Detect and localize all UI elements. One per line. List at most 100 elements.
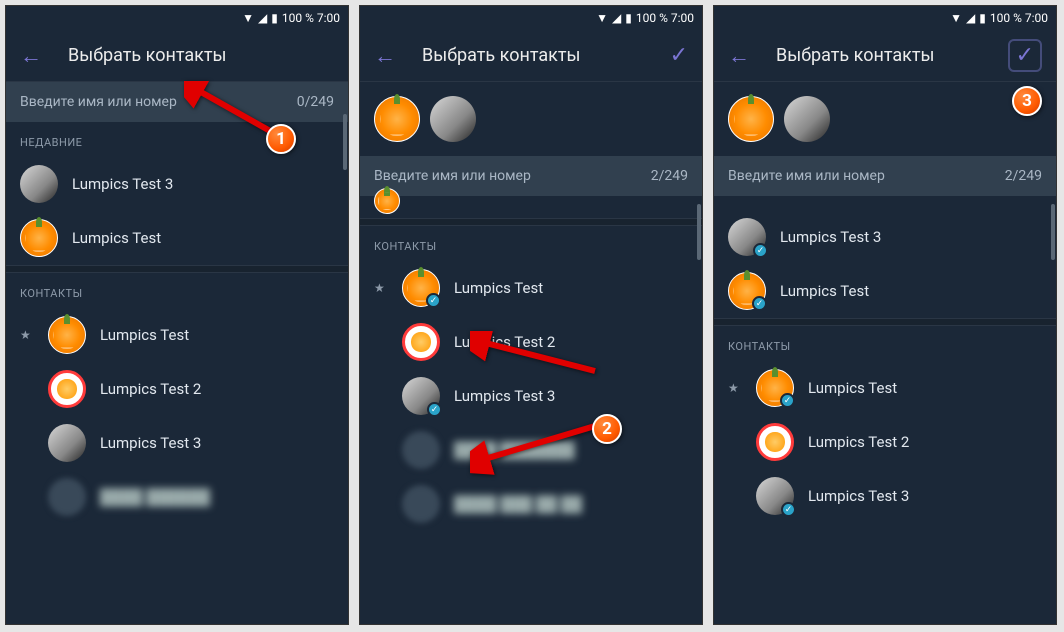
search-input[interactable]: Введите имя или номер 0/249 xyxy=(6,82,348,122)
scrollbar-thumb[interactable] xyxy=(697,204,701,260)
divider xyxy=(360,218,702,226)
status-bar: ▼ ◢ ▮ 100 % 7:00 xyxy=(6,6,348,30)
avatar xyxy=(20,165,58,203)
avatar xyxy=(756,423,794,461)
app-bar: ← Выбрать контакты ✓ xyxy=(714,30,1056,82)
list-item[interactable]: Lumpics Test 2 xyxy=(6,362,348,416)
list-item[interactable]: Lumpics Test 3 xyxy=(6,157,348,211)
status-text: 100 % 7:00 xyxy=(636,11,694,25)
status-text: 100 % 7:00 xyxy=(990,11,1048,25)
counter-text: 2/249 xyxy=(1005,168,1042,184)
avatar: ✓ xyxy=(728,218,766,256)
avatar xyxy=(20,219,58,257)
status-bar: ▼ ◢ ▮ 100 % 7:00 xyxy=(714,6,1056,30)
selected-avatar[interactable] xyxy=(374,96,420,142)
avatar: ✓ xyxy=(756,477,794,515)
phone-screen-1: ▼ ◢ ▮ 100 % 7:00 ← Выбрать контакты Введ… xyxy=(5,5,349,625)
page-title: Выбрать контакты xyxy=(68,45,334,66)
selected-avatar[interactable] xyxy=(728,96,774,142)
selected-check-icon: ✓ xyxy=(426,293,441,308)
battery-icon: ▮ xyxy=(271,11,278,25)
search-placeholder: Введите имя или номер xyxy=(728,168,1005,184)
section-contacts: КОНТАКТЫ xyxy=(360,226,702,261)
contact-label: Lumpics Test 3 xyxy=(808,487,909,505)
avatar xyxy=(374,188,400,214)
selected-avatar[interactable] xyxy=(430,96,476,142)
back-icon[interactable]: ← xyxy=(374,43,396,69)
selected-avatar[interactable] xyxy=(784,96,830,142)
selected-check-icon: ✓ xyxy=(753,243,768,258)
star-icon: ★ xyxy=(374,281,388,295)
list-item[interactable]: Lumpics Test xyxy=(6,211,348,265)
page-title: Выбрать контакты xyxy=(422,45,644,66)
section-contacts: КОНТАКТЫ xyxy=(714,326,1056,361)
contact-label: Lumpics Test xyxy=(780,282,869,300)
star-icon: ★ xyxy=(728,381,742,395)
status-text: 100 % 7:00 xyxy=(282,11,340,25)
wifi-icon: ▼ xyxy=(596,11,608,25)
annotation-arrow xyxy=(470,421,610,485)
contact-label-blurred: ████ ███ ██ ██ xyxy=(454,495,582,513)
list-item[interactable]: ★ ✓ Lumpics Test xyxy=(360,261,702,315)
selected-avatars-row xyxy=(360,82,702,156)
avatar-blurred xyxy=(48,478,86,516)
contact-label: Lumpics Test xyxy=(808,379,897,397)
list-item[interactable]: ████ ███ ██ ██ xyxy=(360,477,702,531)
phone-screen-2: ▼ ◢ ▮ 100 % 7:00 ← Выбрать контакты ✓ Вв… xyxy=(359,5,703,625)
avatar xyxy=(402,323,440,361)
confirm-icon[interactable]: ✓ xyxy=(670,43,688,68)
list-item[interactable]: Lumpics Test 2 xyxy=(714,415,1056,469)
counter-text: 2/249 xyxy=(651,168,688,184)
avatar xyxy=(48,424,86,462)
scrollbar-thumb[interactable] xyxy=(1051,204,1055,260)
avatar-blurred xyxy=(402,431,440,469)
contact-label: Lumpics Test 3 xyxy=(780,228,881,246)
list-item[interactable]: ✓ Lumpics Test 3 xyxy=(714,469,1056,523)
divider xyxy=(714,318,1056,326)
spacer xyxy=(714,196,1056,210)
list-item[interactable]: ✓ Lumpics Test 3 xyxy=(714,210,1056,264)
battery-icon: ▮ xyxy=(979,11,986,25)
avatar: ✓ xyxy=(728,272,766,310)
contact-label: Lumpics Test xyxy=(72,229,161,247)
avatar xyxy=(48,370,86,408)
avatar: ✓ xyxy=(402,377,440,415)
selected-check-icon: ✓ xyxy=(427,402,442,417)
search-placeholder: Введите имя или номер xyxy=(374,168,651,184)
status-bar: ▼ ◢ ▮ 100 % 7:00 xyxy=(360,6,702,30)
signal-icon: ◢ xyxy=(258,11,267,25)
list-item[interactable]: ★ ✓ Lumpics Test xyxy=(714,361,1056,415)
list-item[interactable]: Lumpics Test 3 xyxy=(6,416,348,470)
signal-icon: ◢ xyxy=(966,11,975,25)
avatar xyxy=(48,316,86,354)
page-title: Выбрать контакты xyxy=(776,45,982,66)
search-input[interactable]: Введите имя или номер 2/249 xyxy=(714,156,1056,196)
annotation-badge-1: 1 xyxy=(266,124,296,154)
avatar: ✓ xyxy=(756,369,794,407)
selected-avatars-row xyxy=(714,82,1056,156)
contact-label-blurred: ████ ██████ xyxy=(100,488,210,506)
contact-label: Lumpics Test 3 xyxy=(100,434,201,452)
contact-label: Lumpics Test 3 xyxy=(72,175,173,193)
counter-text: 0/249 xyxy=(297,94,334,110)
app-bar: ← Выбрать контакты xyxy=(6,30,348,82)
contact-label: Lumpics Test 2 xyxy=(100,380,201,398)
app-bar: ← Выбрать контакты ✓ xyxy=(360,30,702,82)
battery-icon: ▮ xyxy=(625,11,632,25)
list-item[interactable]: ★ Lumpics Test xyxy=(6,308,348,362)
back-icon[interactable]: ← xyxy=(20,43,42,69)
selected-check-icon: ✓ xyxy=(752,296,767,311)
scrollbar-thumb[interactable] xyxy=(343,114,347,170)
search-input[interactable]: Введите имя или номер 2/249 xyxy=(360,156,702,196)
annotation-badge-3: 3 xyxy=(1012,86,1042,116)
back-icon[interactable]: ← xyxy=(728,43,750,69)
annotation-badge-2: 2 xyxy=(592,414,622,444)
confirm-button-highlighted[interactable]: ✓ xyxy=(1008,39,1042,72)
list-item-partial[interactable] xyxy=(360,196,702,218)
avatar: ✓ xyxy=(402,269,440,307)
wifi-icon: ▼ xyxy=(242,11,254,25)
list-item[interactable]: ✓ Lumpics Test xyxy=(714,264,1056,318)
annotation-arrow xyxy=(470,331,610,385)
list-item[interactable]: ████ ██████ xyxy=(6,470,348,524)
signal-icon: ◢ xyxy=(612,11,621,25)
